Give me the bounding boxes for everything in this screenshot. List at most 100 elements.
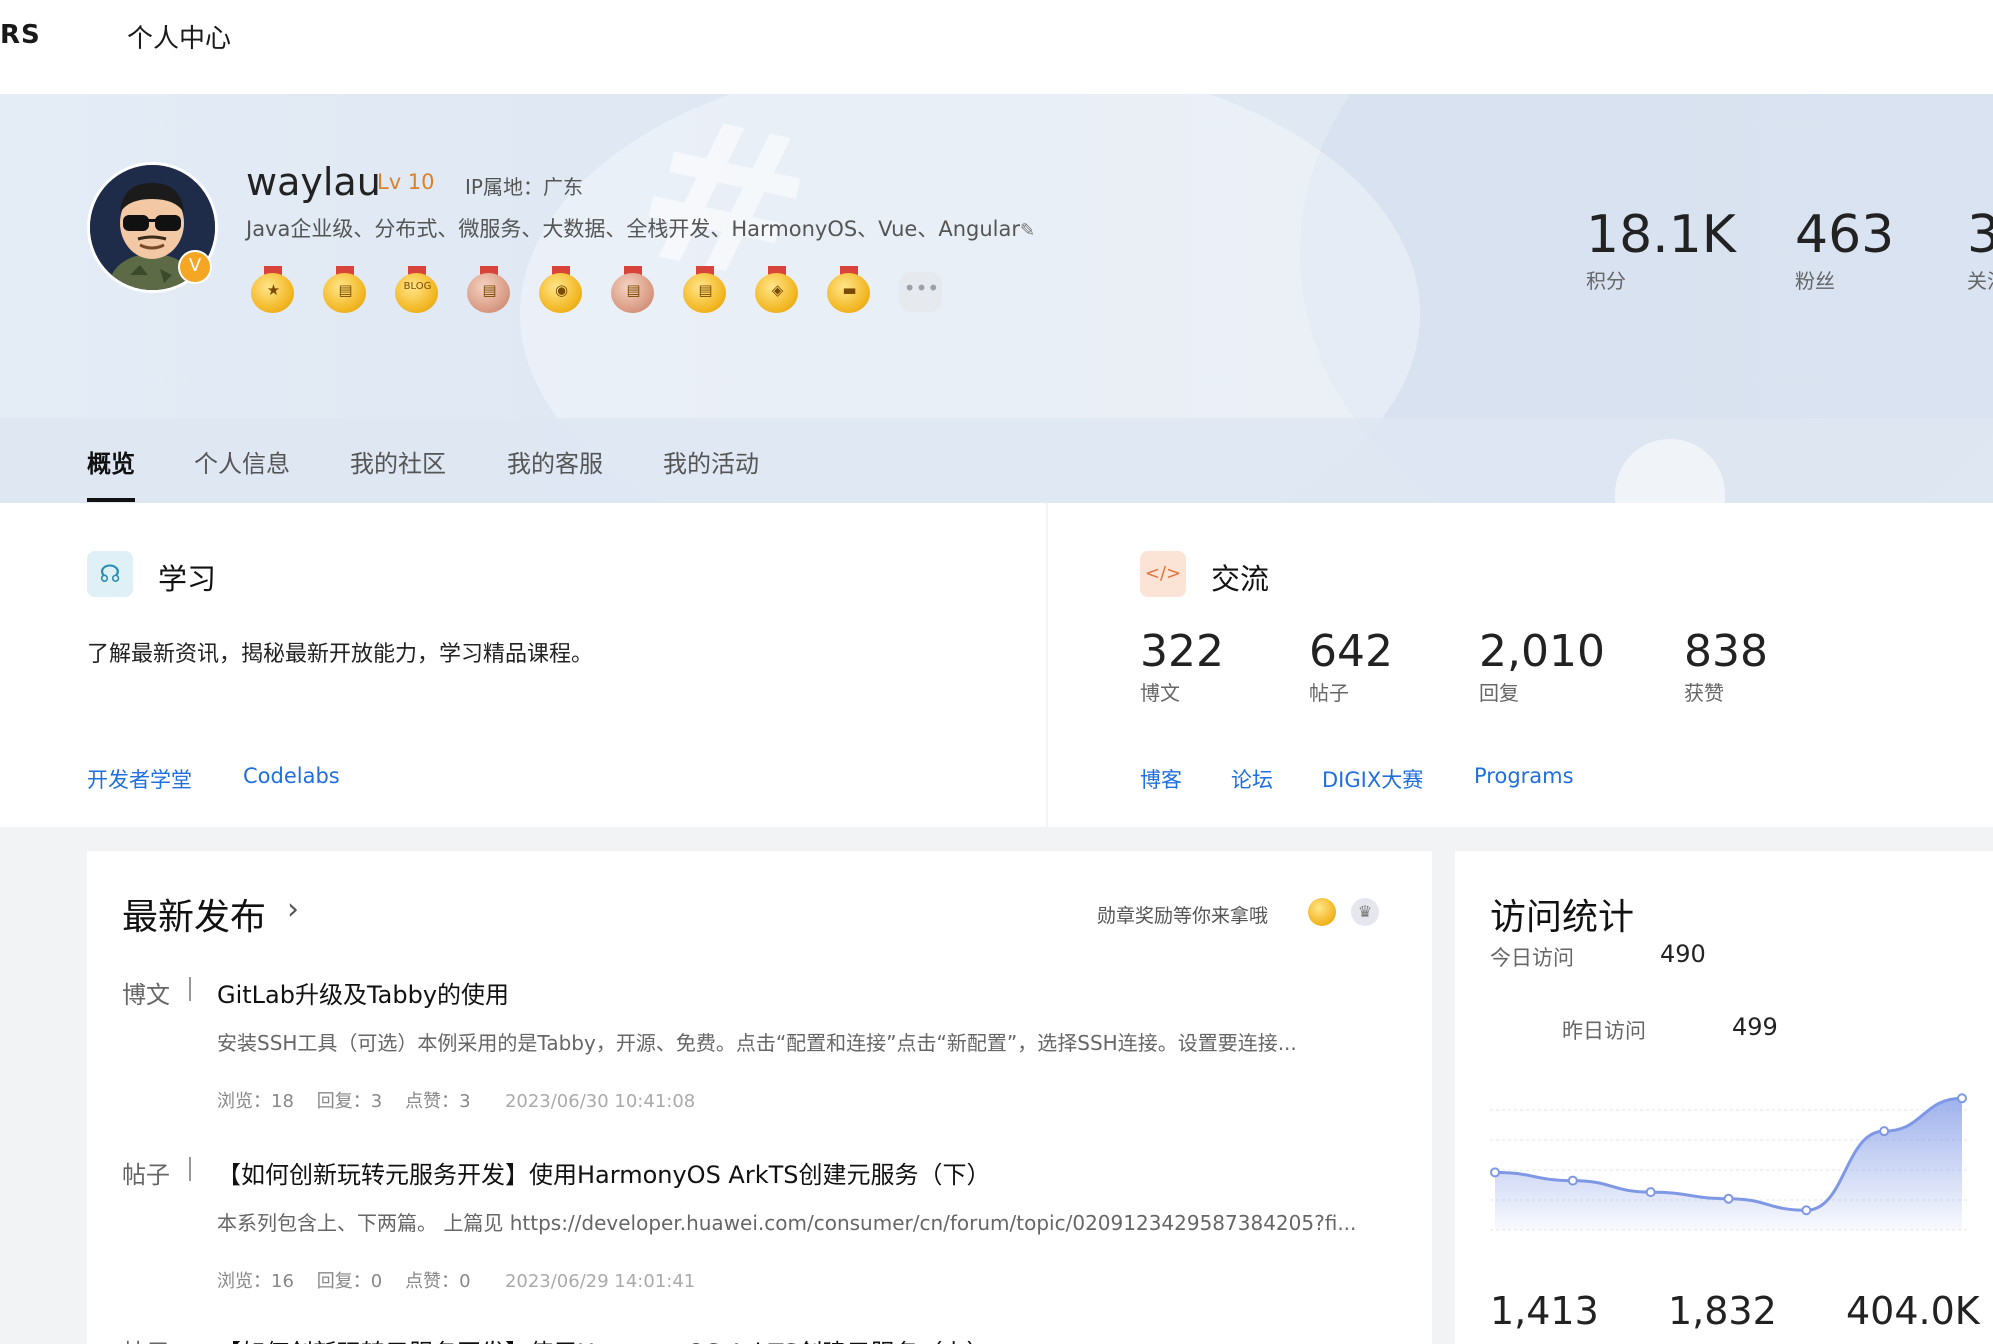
stat-value: 2,010 xyxy=(1479,626,1605,677)
chart-point[interactable] xyxy=(1490,1167,1500,1178)
tab-personal-info[interactable]: 个人信息 xyxy=(194,444,290,479)
chart-point[interactable] xyxy=(1879,1126,1890,1137)
stat-value: 642 xyxy=(1309,626,1393,677)
document-medal-icon[interactable]: ▤ xyxy=(322,266,369,313)
chart-point[interactable] xyxy=(1645,1187,1656,1198)
stat-value: 838 xyxy=(1684,626,1768,677)
edit-pencil-icon[interactable]: ✎ xyxy=(1020,220,1035,241)
post-category: 帖子 xyxy=(122,1333,170,1344)
chart-point[interactable] xyxy=(1801,1205,1812,1216)
post-category: 博文 xyxy=(122,981,170,1009)
visit-total-2: 1,832 xyxy=(1668,1289,1777,1333)
top-bar xyxy=(0,0,1993,94)
chevron-right-icon[interactable]: › xyxy=(287,892,299,927)
tab-overview[interactable]: 概览 xyxy=(87,444,135,479)
bio-text: Java企业级、分布式、微服务、大数据、全栈开发、HarmonyOS、Vue、A… xyxy=(246,217,1021,241)
tab-my-activities[interactable]: 我的活动 xyxy=(663,444,759,479)
post-date: 2023/06/30 10:41:08 xyxy=(504,1091,696,1112)
chart-point[interactable] xyxy=(1957,1093,1967,1104)
stat-value: 3 xyxy=(1967,205,1993,265)
post-title[interactable]: 【如何创新玩转元服务开发】使用HarmonyOS ArkTS创建元服务（下） xyxy=(217,1155,991,1190)
medal-disc xyxy=(395,273,438,313)
more-dots-icon[interactable]: ••• xyxy=(898,266,945,313)
exchange-stat-posts[interactable]: 642 帖子 xyxy=(1309,626,1393,706)
medal-glyph: ★ xyxy=(266,281,281,299)
brand-logo[interactable]: RS xyxy=(0,20,41,50)
medal-glyph: ••• xyxy=(903,276,940,300)
medal-list: ★ ▤ BLOG ▤ ◉ ▤ ▤ ◈ ▬ ••• xyxy=(250,266,945,313)
link-blog[interactable]: 博客 xyxy=(1140,764,1182,794)
chart-point[interactable] xyxy=(1567,1175,1578,1186)
medal-glyph: ▤ xyxy=(698,281,713,299)
stat-label: 帖子 xyxy=(1309,681,1349,705)
post-likes: 点赞：0 xyxy=(405,1271,471,1292)
post-replies: 回复：3 xyxy=(316,1091,383,1112)
link-developer-academy[interactable]: 开发者学堂 xyxy=(87,764,192,794)
link-programs[interactable]: Programs xyxy=(1474,764,1574,788)
medal-promo-text[interactable]: 勋章奖励等你来拿哦 xyxy=(1097,901,1268,928)
stat-label: 关注 xyxy=(1967,269,1993,293)
tab-my-service[interactable]: 我的客服 xyxy=(507,444,603,479)
username: waylau xyxy=(246,160,381,204)
stat-fans[interactable]: 463 粉丝 xyxy=(1795,205,1894,294)
stat-value: 322 xyxy=(1140,626,1224,677)
link-digix[interactable]: DIGIX大赛 xyxy=(1322,764,1423,794)
document-medal-icon[interactable]: ▤ xyxy=(466,266,513,313)
category-divider xyxy=(189,977,191,1001)
exchange-stat-likes[interactable]: 838 获赞 xyxy=(1684,626,1768,706)
nav-personal-center[interactable]: 个人中心 xyxy=(127,18,231,55)
stat-value: 18.1K xyxy=(1586,205,1736,265)
chart-point[interactable] xyxy=(1723,1193,1734,1204)
medal-glyph: ▤ xyxy=(626,281,641,299)
post-date: 2023/06/29 14:01:41 xyxy=(504,1271,696,1292)
medal-glyph: ◉ xyxy=(554,281,569,299)
verified-badge-icon: V xyxy=(178,250,212,284)
chat-medal-icon[interactable]: ◉ xyxy=(538,266,585,313)
document-medal-icon[interactable]: ▤ xyxy=(610,266,657,313)
stat-following[interactable]: 3 关注 xyxy=(1967,205,1993,294)
today-visits-label: 今日访问 xyxy=(1490,946,1574,970)
feed-title[interactable]: 最新发布 xyxy=(122,888,266,940)
tab-my-community[interactable]: 我的社区 xyxy=(350,444,446,479)
post-meta: 浏览：16 回复：0 点赞：0 2023/06/29 14:01:41 xyxy=(217,1267,695,1293)
link-forum[interactable]: 论坛 xyxy=(1231,764,1273,794)
post-excerpt: 安装SSH工具（可选）本例采用的是Tabby，开源、免费。点击“配置和连接”点击… xyxy=(217,1031,1297,1055)
ip-location: IP属地：广东 xyxy=(465,175,583,199)
level-badge[interactable]: Lv 10 xyxy=(377,170,435,194)
medal-glyph: BLOG xyxy=(403,281,432,292)
bookmark-medal-icon[interactable]: ◈ xyxy=(754,266,801,313)
exchange-stat-replies[interactable]: 2,010 回复 xyxy=(1479,626,1605,706)
post-title[interactable]: 【如何创新玩转元服务开发】使用HarmonyOS ArkTS创建元服务（上） xyxy=(217,1333,991,1344)
exchange-stat-blogs[interactable]: 322 博文 xyxy=(1140,626,1224,706)
yesterday-visits-label: 昨日访问 xyxy=(1562,1019,1646,1043)
harmonyos-star-medal-icon[interactable]: ★ xyxy=(250,266,297,313)
exchange-title: 交流 xyxy=(1211,562,1270,596)
medal-glyph: ▬ xyxy=(842,281,857,299)
chart-area xyxy=(1495,1098,1962,1230)
stat-points[interactable]: 18.1K 积分 xyxy=(1586,205,1736,294)
post-likes: 点赞：3 xyxy=(405,1091,471,1112)
post-meta: 浏览：18 回复：3 点赞：3 2023/06/30 10:41:08 xyxy=(217,1087,695,1113)
learning-title: 学习 xyxy=(158,562,217,596)
visit-total-1: 1,413 xyxy=(1490,1289,1599,1333)
visit-trend-chart xyxy=(1490,1093,1970,1231)
stat-label: 回复 xyxy=(1479,681,1519,705)
learning-description: 了解最新资讯，揭秘最新开放能力，学习精品课程。 xyxy=(87,642,594,667)
code-chat-icon: </> xyxy=(1140,551,1186,597)
stat-value: 463 xyxy=(1795,205,1895,265)
post-category: 帖子 xyxy=(122,1161,170,1189)
blog-medal-icon[interactable]: BLOG xyxy=(394,266,441,313)
brain-icon: ☊ xyxy=(87,551,133,597)
crown-medal-icon: ♛ xyxy=(1351,898,1379,926)
post-excerpt: 本系列包含上、下两篇。 上篇见 https://developer.huawei… xyxy=(217,1211,1357,1235)
post-title[interactable]: GitLab升级及Tabby的使用 xyxy=(217,975,509,1010)
document-medal-icon[interactable]: ▤ xyxy=(682,266,729,313)
stat-label: 粉丝 xyxy=(1795,269,1835,293)
bio: Java企业级、分布式、微服务、大数据、全栈开发、HarmonyOS、Vue、A… xyxy=(246,213,1035,243)
link-codelabs[interactable]: Codelabs xyxy=(243,764,340,788)
visit-total-3: 404.0K xyxy=(1846,1289,1980,1333)
yesterday-visits-value: 499 xyxy=(1732,1013,1778,1041)
medal-glyph: ▤ xyxy=(482,281,497,299)
today-visits-value: 490 xyxy=(1660,940,1706,968)
folder-medal-icon[interactable]: ▬ xyxy=(826,266,873,313)
